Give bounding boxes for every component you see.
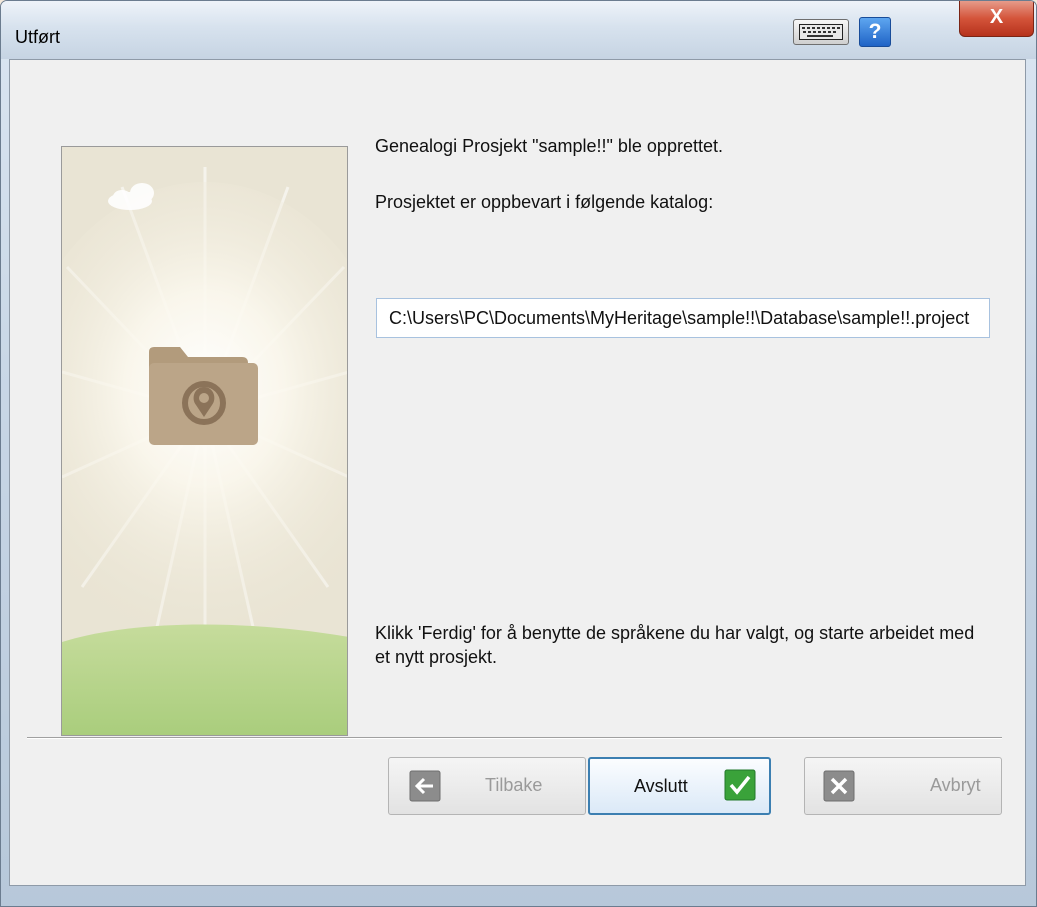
finish-button[interactable]: Avslutt [588, 757, 771, 815]
x-icon [823, 770, 855, 802]
help-icon: ? [868, 20, 882, 43]
close-button[interactable]: X [959, 1, 1034, 37]
back-label: Tilbake [485, 775, 543, 795]
close-icon: X [989, 6, 1004, 28]
back-button[interactable]: Tilbake [388, 757, 586, 815]
button-separator [27, 737, 1002, 739]
project-path-field[interactable]: C:\Users\PC\Documents\MyHeritage\sample!… [376, 298, 990, 338]
help-button[interactable]: ? [859, 17, 891, 47]
cancel-label: Avbryt [930, 775, 981, 795]
dialog-window: Utført ? X Genealogi Prosjekt "sample!!"… [0, 0, 1037, 907]
arrow-left-icon [409, 770, 441, 802]
folder-icon [149, 347, 258, 445]
keyboard-button[interactable] [793, 19, 849, 45]
checkmark-icon [724, 769, 756, 801]
created-message: Genealogi Prosjekt "sample!!" ble oppret… [375, 136, 723, 156]
finish-hint-text: Klikk 'Ferdig' for å benytte de språkene… [375, 623, 975, 667]
cancel-button[interactable]: Avbryt [804, 757, 1002, 815]
finish-label: Avslutt [634, 776, 688, 796]
wizard-illustration [61, 146, 348, 736]
window-title: Utført [15, 27, 60, 47]
title-bar[interactable]: Utført ? X [1, 1, 1036, 59]
keyboard-icon [799, 24, 843, 40]
stored-location-label: Prosjektet er oppbevart i følgende katal… [375, 192, 714, 212]
